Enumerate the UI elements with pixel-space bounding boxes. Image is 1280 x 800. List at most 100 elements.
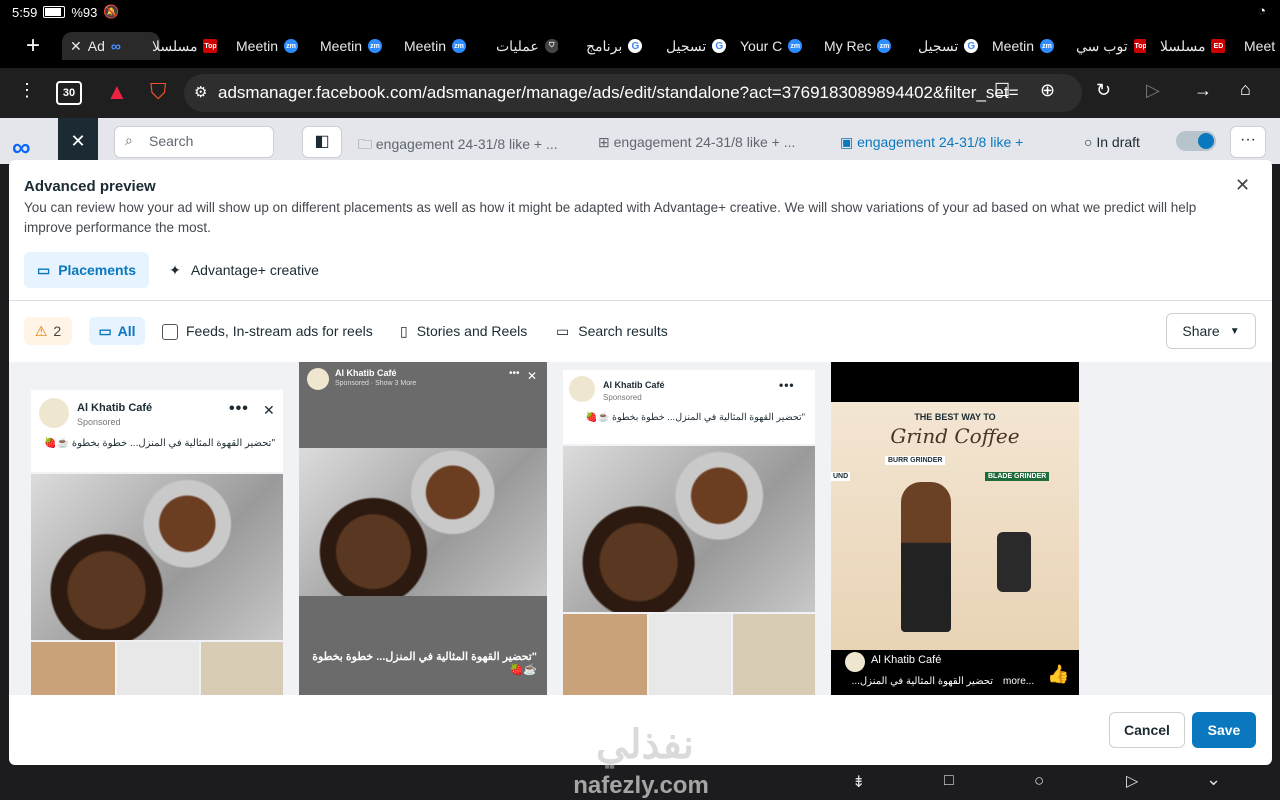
page-name: Al Khatib Café [603, 380, 665, 390]
forward-icon[interactable]: → [1194, 80, 1212, 101]
close-dialog-icon[interactable]: ✕ [1235, 175, 1250, 196]
home-nav-icon[interactable]: ○ [1034, 771, 1044, 791]
close-editor-button[interactable]: ✕ [58, 118, 98, 164]
warnings-badge[interactable]: ⚠ 2 [24, 317, 72, 345]
tabs-count[interactable]: 30 [56, 81, 82, 105]
filter-stories[interactable]: ▯ Stories and Reels [400, 323, 527, 340]
breadcrumb-adset[interactable]: ⊞ engagement 24-31/8 like + ... [598, 134, 795, 151]
tab-7[interactable]: برنامج G [586, 32, 642, 60]
tab-10[interactable]: My Rec zm [824, 32, 894, 60]
tab-12[interactable]: Meetin zm [992, 32, 1062, 60]
tab-5[interactable]: Meetin zm [404, 32, 476, 60]
page-avatar [569, 376, 595, 402]
page-name: Al Khatib Café [77, 402, 153, 414]
share-button[interactable]: Share ▼ [1166, 313, 1256, 349]
filter-all[interactable]: ▭ All [89, 317, 145, 345]
tab-11[interactable]: تسجيل G [918, 32, 978, 60]
rewards-icon[interactable]: ▲ [106, 79, 128, 105]
search-input[interactable]: ⌕ Search [114, 126, 274, 158]
download-icon[interactable]: ⊕ [1040, 80, 1055, 101]
tab-2[interactable]: مسلسلا Top [152, 32, 224, 60]
back-nav-icon[interactable]: ▷ [1126, 771, 1138, 791]
brave-icon: ⛉ [544, 39, 558, 53]
status-bar: 5:59 %93 🔕 ◔ [0, 0, 1280, 24]
clock: 5:59 [12, 4, 38, 20]
preview-story[interactable]: Al Khatib Café Sponsored · Show 3 More •… [299, 362, 547, 695]
battery-icon [43, 6, 66, 18]
carousel-thumb [117, 642, 199, 695]
recents-icon[interactable]: □ [944, 772, 954, 790]
zoom-icon: zm [452, 39, 467, 53]
ad-toggle[interactable] [1176, 131, 1216, 151]
breadcrumb-campaign[interactable]: 🗀 engagement 24-31/8 like + ... [358, 134, 558, 158]
save-button[interactable]: Save [1192, 712, 1256, 748]
zoom-icon: zm [788, 39, 803, 53]
see-more-link[interactable]: more... [1003, 676, 1034, 687]
tab-6[interactable]: عمليات ⛉ [496, 32, 558, 60]
zoom-icon: zm [877, 39, 892, 53]
tab-3[interactable]: Meetin zm [236, 32, 308, 60]
preview-reels[interactable]: THE BEST WAY TO Grind Coffee BURR GRINDE… [831, 362, 1079, 695]
sponsored-label: Sponsored [77, 417, 121, 427]
address-bar[interactable]: ⚙ adsmanager.facebook.com/adsmanager/man… [184, 74, 1082, 112]
mute-icon: 🔕 [103, 4, 120, 19]
dialog-description: You can review how your ad will show up … [24, 200, 1197, 235]
ed-icon: ED [1211, 39, 1226, 53]
tab-placements[interactable]: ▭ Placements [24, 252, 149, 288]
carousel-thumb [733, 614, 815, 695]
tab-4[interactable]: Meetin zm [320, 32, 392, 60]
more-options-button[interactable]: ··· [1230, 126, 1266, 158]
preview-feed[interactable]: Al Khatib Café Sponsored ••• ✕ "تحضير ال… [31, 362, 283, 695]
google-icon: G [712, 39, 726, 53]
collapse-icon[interactable]: ⌄ [1206, 769, 1221, 790]
more-icon[interactable]: ••• [229, 400, 249, 418]
meta-logo-icon: ∞ [12, 132, 31, 162]
sponsored-label: Sponsored [603, 393, 642, 402]
menu-icon[interactable]: ⋮ [18, 80, 36, 101]
carousel-thumb [201, 642, 283, 695]
tab-14[interactable]: مسلسلا ED [1160, 32, 1230, 60]
new-tab-icon[interactable]: + [26, 32, 40, 60]
tab-15[interactable]: Meet [1244, 32, 1280, 60]
und-label: UND [831, 472, 851, 481]
coffee-image [31, 474, 283, 640]
filter-feeds[interactable]: Feeds, In-stream ads for reels [162, 323, 373, 341]
more-icon[interactable]: ••• [779, 378, 795, 392]
close-icon[interactable]: ✕ [527, 369, 537, 383]
close-tab-icon[interactable]: ✕ [70, 38, 82, 55]
burr-label: BURR GRINDER [885, 456, 946, 465]
filter-search[interactable]: ▭ Search results [556, 323, 668, 340]
carousel-thumb [563, 614, 647, 695]
cancel-button[interactable]: Cancel [1109, 712, 1185, 748]
watermark-arabic: نفذلي [596, 723, 694, 767]
more-icon[interactable]: ••• [509, 368, 520, 379]
keyboard-hide-icon[interactable]: ⇟ [852, 772, 865, 792]
tab-8[interactable]: تسجيل G [666, 32, 726, 60]
page-name: Al Khatib Café [335, 368, 397, 378]
sparkle-icon: ✦ [169, 261, 181, 278]
bookmark-icon[interactable]: ☐ [994, 80, 1010, 101]
breadcrumb-ad[interactable]: ▣ engagement 24-31/8 like + [840, 134, 1023, 151]
top-icon: Top [1133, 39, 1146, 53]
tab-9[interactable]: Your Czm [740, 32, 810, 60]
sidebar-toggle-icon[interactable]: ◧ [302, 126, 342, 158]
blade-grinder-image [997, 532, 1031, 592]
reload-icon[interactable]: ↻ [1096, 80, 1111, 101]
preview-feed-2[interactable]: Al Khatib Café Sponsored ••• "تحضير القه… [563, 362, 815, 695]
ad-caption: تحضير القهوة المثالية في المنزل... [851, 676, 993, 687]
play-icon[interactable]: ▷ [1146, 80, 1160, 101]
site-settings-icon[interactable]: ⚙ [194, 83, 207, 101]
home-icon[interactable]: ⌂ [1240, 79, 1251, 100]
wifi-icon: ◔ [1258, 3, 1266, 18]
close-icon[interactable]: ✕ [263, 402, 275, 419]
like-icon[interactable]: 👍 [1047, 664, 1069, 685]
tab-advantage-creative[interactable]: ✦ Advantage+ creative [159, 252, 329, 288]
monitor-icon: ▭ [556, 323, 570, 339]
tab-13[interactable]: توب سي Top [1076, 32, 1146, 60]
carousel-thumb [31, 642, 115, 695]
advanced-preview-dialog: Advanced preview ✕ You can review how yo… [9, 160, 1272, 765]
brave-shield-icon[interactable]: ⛉ [150, 79, 167, 105]
browser-toolbar: ⋮ 30 ▲ ⛉ ⚙ adsmanager.facebook.com/adsma… [0, 68, 1280, 118]
tab-ads[interactable]: ✕ Ad ∞ [62, 32, 160, 60]
sponsored-label: Sponsored · Show 3 More [335, 380, 417, 387]
